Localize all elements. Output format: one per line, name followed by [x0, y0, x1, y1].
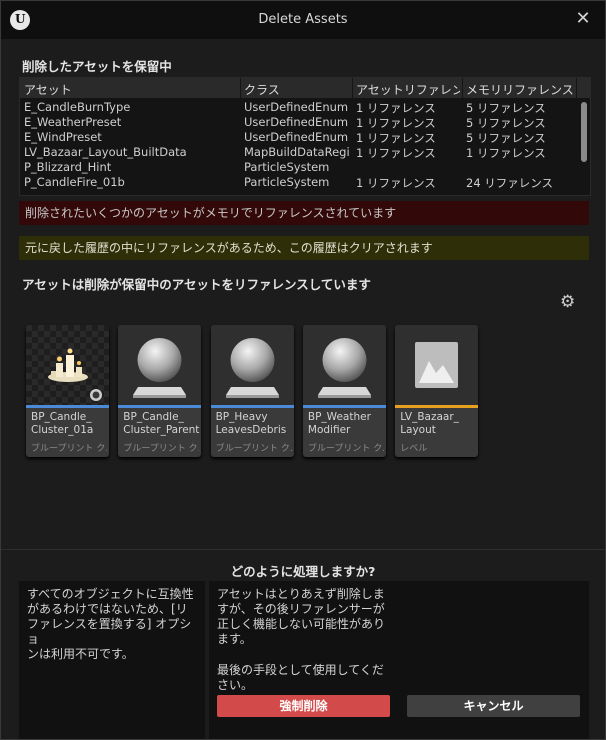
level-thumbnail-icon	[395, 325, 479, 405]
asset-tile-type: ブループリント ク…	[307, 444, 384, 454]
cell-asset: E_CandleBurnType	[24, 100, 131, 114]
asset-tile-name: BP_Heavy LeavesDebris	[215, 411, 287, 436]
window-title: Delete Assets	[258, 12, 348, 27]
sphere-thumbnail-icon	[302, 325, 386, 405]
table-row[interactable]: P_Blizzard_Hint ParticleSystem	[20, 160, 580, 175]
cell-asset-references: 1 リファレンス	[356, 116, 436, 130]
column-header-asset[interactable]: アセット	[24, 81, 238, 98]
memory-reference-warning: 削除されたいくつかのアセットがメモリでリファレンスされています	[19, 201, 589, 225]
replace-unavailable-text: すべてのオブジェクトに互換性 があるわけではないため、[リ ファレンスを置換する…	[27, 587, 194, 661]
table-row[interactable]: E_WindPreset UserDefinedEnum 1 リファレンス 5 リファ…	[20, 130, 580, 145]
table-row[interactable]: E_CandleBurnType UserDefinedEnum 1 リファレンス 5…	[20, 100, 580, 115]
cell-asset: P_CandleFire_01b	[24, 175, 125, 189]
cell-class: UserDefinedEnum	[244, 100, 349, 114]
asset-tile[interactable]: BP_Candle_ Cluster_Parent ブループリント ク…	[118, 325, 202, 457]
asset-tile[interactable]: BP_Heavy LeavesDebris ブループリント ク…	[210, 325, 294, 457]
cell-asset: E_WindPreset	[24, 130, 102, 144]
divider	[1, 549, 605, 550]
cell-class: ParticleSystem	[244, 160, 330, 174]
cell-asset-references: 1 リファレンス	[356, 176, 436, 190]
title-bar: U Delete Assets ✕	[1, 1, 605, 39]
asset-tile[interactable]: LV_Bazaar_ Layout レベル	[395, 325, 479, 457]
referencing-assets-title: アセットは削除が保留中のアセットをリファレンスしています	[22, 277, 371, 292]
cancel-button[interactable]: キャンセル	[407, 695, 580, 717]
asset-type-color-bar	[118, 405, 202, 408]
table-row[interactable]: E_WeatherPreset UserDefinedEnum 1 リファレンス 5 …	[20, 115, 580, 130]
cell-class: ParticleSystem	[244, 175, 330, 189]
asset-tile-name: BP_Candle_ Cluster_01a	[31, 411, 94, 436]
asset-tile-type: ブループリント ク…	[215, 444, 292, 454]
last-resort-note: 最後の手段として使用してくだ さい。	[217, 663, 384, 692]
asset-tile-type: ブループリント ク…	[31, 444, 107, 454]
table-row[interactable]: P_CandleFire_01b ParticleSystem 1 リファレンス 24…	[20, 175, 580, 190]
cell-asset: E_WeatherPreset	[24, 115, 122, 129]
pending-assets-table: アセット クラス アセットリファレンス メモリリファレンス E_CandleBu…	[19, 77, 591, 196]
column-header-asset-references[interactable]: アセットリファレンス	[356, 81, 460, 98]
cell-memory-references: 1 リファレンス	[466, 146, 546, 160]
candle-cluster-thumbnail-icon	[26, 325, 109, 405]
gear-icon[interactable]: ⚙	[560, 292, 575, 312]
cell-class: MapBuildDataRegistry	[244, 145, 350, 159]
asset-tile-type: レベル	[400, 444, 428, 454]
asset-type-color-bar	[26, 405, 109, 408]
cell-memory-references: 5 リファレンス	[466, 131, 546, 145]
asset-tile-name: BP_Weather Modifier	[307, 411, 371, 436]
undo-history-warning: 元に戻した履歴の中にリファレンスがあるため、この履歴はクリアされます	[19, 236, 589, 260]
asset-type-color-bar	[395, 405, 479, 408]
table-header: アセット クラス アセットリファレンス メモリリファレンス	[20, 78, 590, 98]
cell-memory-references: 5 リファレンス	[466, 116, 546, 130]
column-header-memory-references[interactable]: メモリリファレンス	[466, 81, 574, 98]
cell-asset: LV_Bazaar_Layout_BuiltData	[24, 145, 187, 159]
force-delete-description: アセットはとりあえず削除しま すが、その後リファレンサーが 正しく機能しない可能…	[217, 587, 386, 646]
cell-asset-references: 1 リファレンス	[356, 101, 436, 115]
delete-assets-dialog: U Delete Assets ✕ 削除したアセットを保留中 アセット クラス …	[0, 0, 606, 740]
asset-tile[interactable]: BP_Weather Modifier ブループリント ク…	[302, 325, 386, 457]
sphere-thumbnail-icon	[118, 325, 202, 405]
cell-asset: P_Blizzard_Hint	[24, 160, 112, 174]
cell-memory-references: 5 リファレンス	[466, 101, 546, 115]
referencing-assets-grid: BP_Candle_ Cluster_01a ブループリント ク… BP_Candl…	[19, 323, 589, 553]
cell-class: UserDefinedEnum	[244, 130, 349, 144]
force-delete-button[interactable]: 強制削除	[217, 695, 390, 717]
how-to-proceed-question: どのように処理しますか?	[230, 564, 376, 579]
asset-tile-name: BP_Candle_ Cluster_Parent	[123, 411, 200, 436]
pending-deletion-title: 削除したアセットを保留中	[22, 59, 172, 74]
asset-tile[interactable]: BP_Candle_ Cluster_01a ブループリント ク…	[26, 325, 109, 457]
replace-references-panel: すべてのオブジェクトに互換性 があるわけではないため、[リ ファレンスを置換する…	[19, 581, 205, 739]
column-header-class[interactable]: クラス	[244, 81, 350, 98]
table-scrollbar[interactable]	[581, 102, 587, 162]
asset-type-color-bar	[210, 405, 294, 408]
asset-type-color-bar	[302, 405, 386, 408]
table-row[interactable]: LV_Bazaar_Layout_BuiltData MapBuildDataRe…	[20, 145, 580, 160]
close-icon[interactable]: ✕	[571, 7, 595, 31]
asset-tile-name: LV_Bazaar_ Layout	[400, 411, 459, 436]
cell-class: UserDefinedEnum	[244, 115, 349, 129]
asset-tile-type: ブループリント ク…	[123, 444, 200, 454]
sphere-thumbnail-icon	[210, 325, 294, 405]
dialog-content: 削除したアセットを保留中 アセット クラス アセットリファレンス メモリリファレ…	[1, 39, 605, 739]
cell-memory-references: 24 リファレンス	[466, 176, 554, 190]
cell-asset-references: 1 リファレンス	[356, 146, 436, 160]
cell-asset-references: 1 リファレンス	[356, 131, 436, 145]
